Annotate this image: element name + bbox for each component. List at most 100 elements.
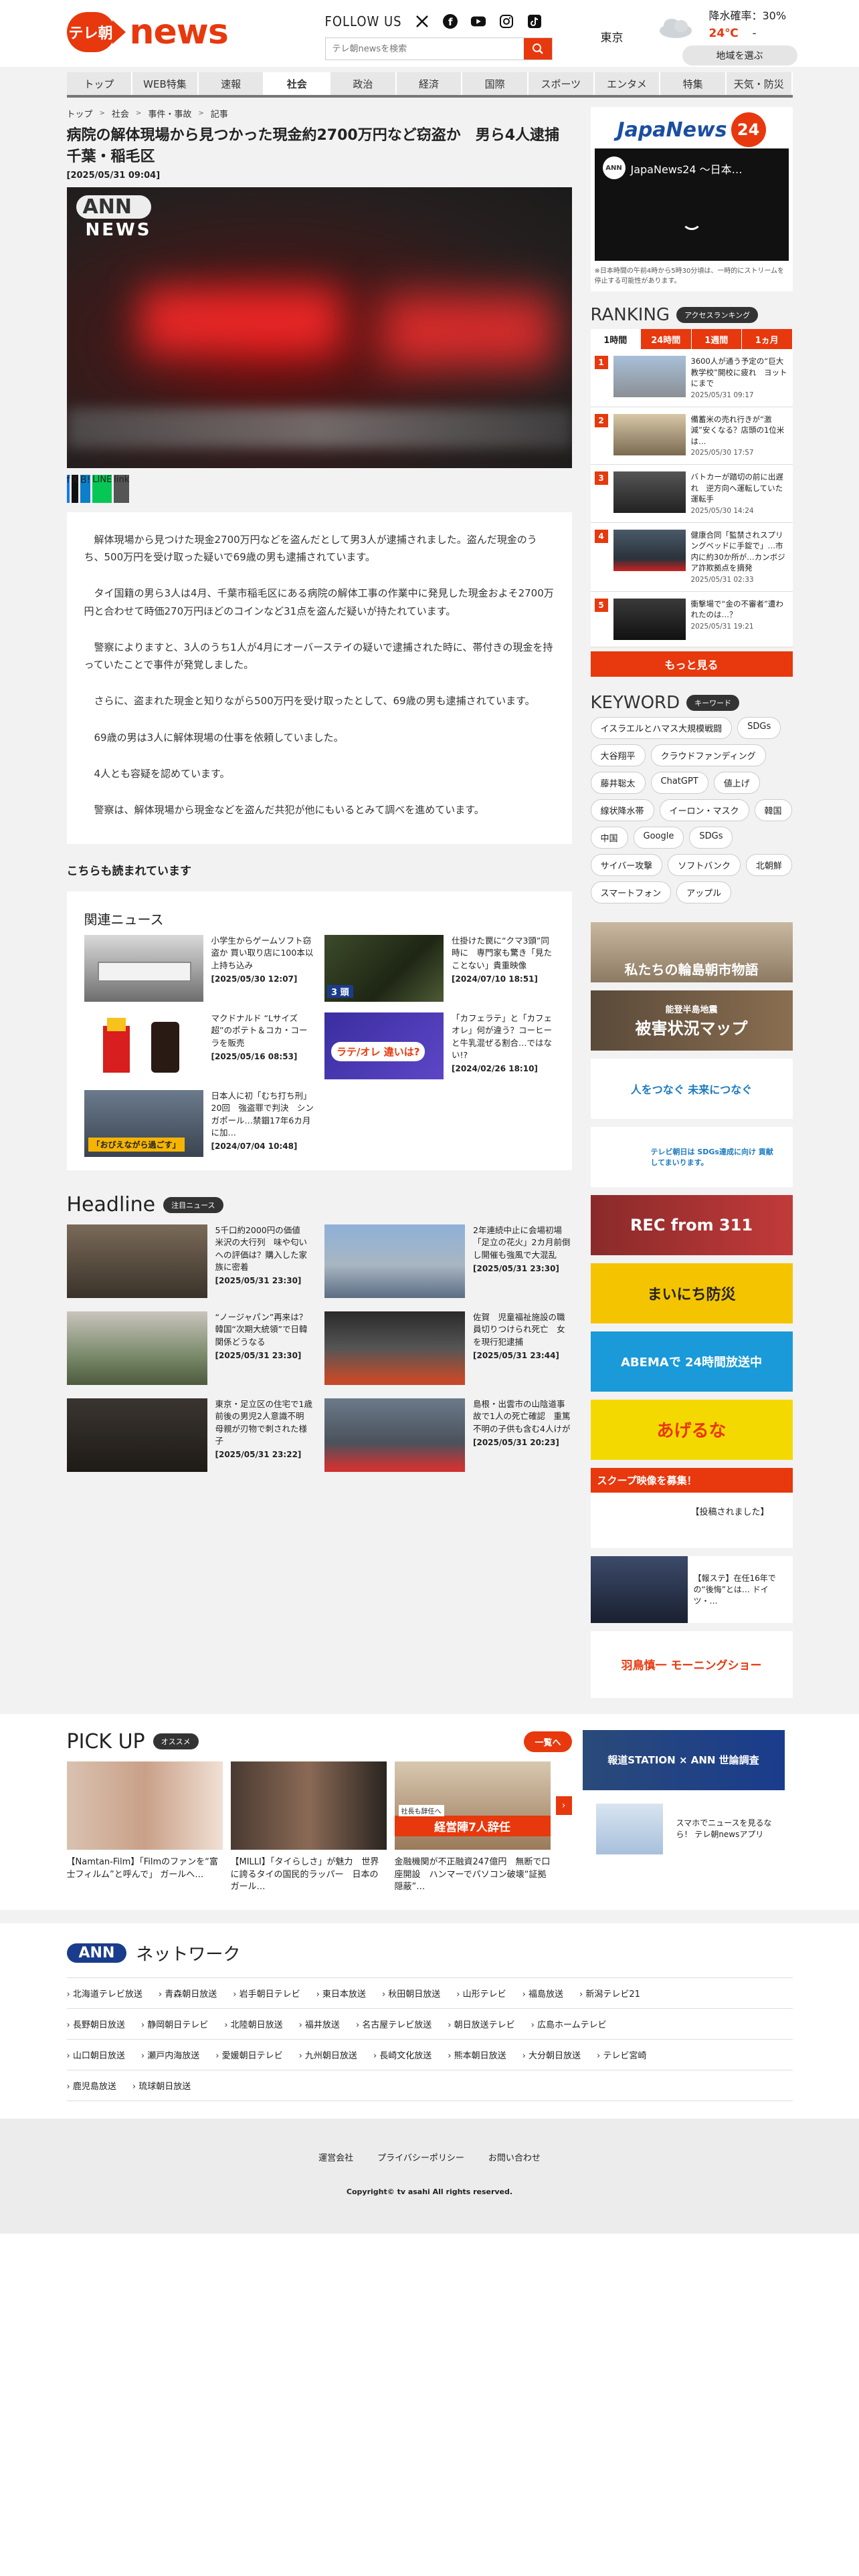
region-select-button[interactable]: 地域を選ぶ xyxy=(682,45,797,66)
facebook-share-button[interactable]: f xyxy=(66,474,70,503)
hatena-share-button[interactable]: B! xyxy=(80,474,91,503)
search-input[interactable] xyxy=(325,38,524,60)
keyword-chip[interactable]: クラウドファンディング xyxy=(650,744,766,766)
network-link[interactable]: 瀬戸内海放送 xyxy=(141,2048,199,2061)
keyword-chip[interactable]: SDGs xyxy=(737,716,781,739)
poll-banner[interactable]: 報道STATION × ANN 世論調査 xyxy=(582,1729,785,1790)
nav-item[interactable]: トップ xyxy=(66,72,133,95)
keyword-chip[interactable]: ChatGPT xyxy=(650,771,708,794)
keyword-chip[interactable]: 北朝鮮 xyxy=(745,853,792,876)
network-link[interactable]: 青森朝日放送 xyxy=(159,1987,217,2000)
network-link[interactable]: 新潟テレビ21 xyxy=(579,1987,640,2000)
abema-banner[interactable]: ABEMAで 24時間放送中 xyxy=(590,1331,793,1392)
ranking-tab[interactable]: 1週間 xyxy=(692,329,742,349)
ranking-item[interactable]: 1 3600人が通う予定の“巨大教学校”開校に疲れ ヨットにまで 2025/05/… xyxy=(590,349,793,407)
video-player[interactable]: ANN NEWS xyxy=(66,187,572,468)
network-link[interactable]: 愛媛朝日テレビ xyxy=(215,2048,283,2061)
network-link[interactable]: テレビ宮崎 xyxy=(597,2048,646,2061)
japanews24-logo[interactable]: JapaNews 24 xyxy=(595,111,789,148)
instagram-icon[interactable] xyxy=(498,13,514,29)
x-icon[interactable] xyxy=(414,13,430,29)
network-link[interactable]: 東日本放送 xyxy=(316,1987,366,2000)
keyword-chip[interactable]: スマートフォン xyxy=(590,881,672,903)
keyword-chip[interactable]: Google xyxy=(633,826,684,849)
ranking-item[interactable]: 4 健康合同「監禁されスプリングベッドに手錠で」…市内に約30か所が…カンボジア… xyxy=(590,523,793,592)
network-link[interactable]: 静岡朝日テレビ xyxy=(141,2018,208,2030)
keyword-chip[interactable]: 大谷翔平 xyxy=(590,744,646,766)
network-link[interactable]: 岩手朝日テレビ xyxy=(233,1987,300,2000)
footer-link[interactable]: 運営会社 xyxy=(318,2151,353,2163)
hodo-banner[interactable]: 【報ステ】在任16年での“後悔”とは… ドイツ・… xyxy=(590,1555,793,1623)
tiktok-icon[interactable] xyxy=(527,13,543,29)
headline-item[interactable]: 佐賀 児童福祉施設の職員切りつけられ死亡 女を現行犯逮捕 [2025/05/31 … xyxy=(324,1311,572,1386)
nav-item[interactable]: WEB特集 xyxy=(132,72,199,95)
keyword-chip[interactable]: イスラエルとハマス大規模戦闘 xyxy=(590,716,733,739)
headline-item[interactable]: 2年連続中止に会場初場 「足立の花火」2カ月前倒し開催も強風で大混乱 [2025/… xyxy=(324,1224,572,1299)
nav-item-active[interactable]: 社会 xyxy=(264,72,331,95)
ranking-item[interactable]: 5 衝撃場で“金の不審者”遭われたのは…？ 2025/05/31 19:21 xyxy=(590,592,793,647)
ranking-tab[interactable]: 24時間 xyxy=(641,329,692,349)
nav-item[interactable]: 政治 xyxy=(330,72,397,95)
ranking-tab[interactable]: 1時間 xyxy=(590,329,641,349)
nav-item[interactable]: スポーツ xyxy=(528,72,595,95)
ranking-tab[interactable]: 1ヵ月 xyxy=(742,329,793,349)
footer-link[interactable]: お問い合わせ xyxy=(488,2151,541,2163)
network-link[interactable]: 琉球朝日放送 xyxy=(132,2079,191,2092)
copy-link-button[interactable]: link xyxy=(114,474,130,503)
bousai-banner[interactable]: まいにち防災 xyxy=(590,1263,793,1323)
app-banner[interactable]: スマホでニュースを見るなら！ テレ朝newsアプリ xyxy=(582,1798,785,1858)
breadcrumb-item[interactable]: トップ xyxy=(67,107,93,120)
headline-item[interactable]: “ノージャパン”再来は？韓国“次期大統領”で日韓関係どうなる [2025/05/3… xyxy=(66,1311,314,1386)
nav-item[interactable]: 経済 xyxy=(396,72,463,95)
pickup-all-button[interactable]: 一覧へ xyxy=(524,1731,572,1752)
noto-banner[interactable]: 能登半島地震 被害状況マップ xyxy=(590,990,793,1051)
network-link[interactable]: 名古屋テレビ放送 xyxy=(356,2018,432,2030)
keyword-chip[interactable]: 韓国 xyxy=(754,798,792,821)
youtube-icon[interactable] xyxy=(470,13,486,29)
morning-banner[interactable]: 羽鳥慎一 モーニングショー xyxy=(590,1630,793,1698)
nav-item[interactable]: 国際 xyxy=(462,72,529,95)
line-share-button[interactable]: LINE xyxy=(92,474,112,503)
keyword-chip[interactable]: 中国 xyxy=(590,826,628,849)
ranking-item[interactable]: 3 バトカーが踏切の前に出遅れ 逆方向へ運転していた運転手 2025/05/30 … xyxy=(590,465,793,523)
facebook-icon[interactable]: f xyxy=(442,13,458,29)
network-link[interactable]: 熊本朝日放送 xyxy=(448,2048,506,2061)
ranking-more-button[interactable]: もっと見る xyxy=(590,651,793,677)
keyword-chip[interactable]: イーロン・マスク xyxy=(659,798,749,821)
ageruna-banner[interactable]: あげるな xyxy=(590,1399,793,1460)
headline-item[interactable]: 東京・足立区の住宅で1歳前後の男児2人意識不明 母親が刃物で刺された様子 [202… xyxy=(66,1398,314,1473)
related-news-item[interactable]: ラテ/オレ 違いは? 「カフェラテ」と「カフェオレ」何が違う？コーヒーと牛乳混ぜ… xyxy=(324,1012,555,1080)
related-news-item[interactable]: 小学生からゲームソフト窃盗か 買い取り店に100本以上持ち込み [2025/05/… xyxy=(84,935,314,1002)
related-news-item[interactable]: 「おびえながら過ごす」 日本人に初「むち打ち刑」20回 強盗罪で判決 シンガポー… xyxy=(84,1090,314,1158)
footer-link[interactable]: プライバシーポリシー xyxy=(377,2151,464,2163)
chevron-right-icon[interactable]: › xyxy=(555,1796,572,1815)
network-link[interactable]: 広島ホームテレビ xyxy=(531,2018,607,2030)
pickup-item[interactable]: 【MILLI】「タイらしさ」が魅力 世界に誇るタイの国民的ラッパー 日本のガール… xyxy=(230,1761,387,1895)
headline-item[interactable]: 5千口約2000円の価値 米沢の大行列 味や匂いへの評価は？購入した家族に密着 [… xyxy=(66,1224,314,1299)
keyword-chip[interactable]: サイバー攻撃 xyxy=(590,853,663,876)
keyword-chip[interactable]: SDGs xyxy=(689,826,733,849)
ranking-item[interactable]: 2 備蓄米の売れ行きが“激減”安くなる？店頭の1位米は… 2025/05/30 1… xyxy=(590,407,793,465)
network-link[interactable]: 朝日放送テレビ xyxy=(448,2018,515,2030)
pickup-item[interactable]: 【Namtan-Film】「Filmのファンを“富士フィルム”と呼んで」 ガール… xyxy=(66,1761,223,1895)
keyword-chip[interactable]: 藤井聡太 xyxy=(590,771,646,794)
network-link[interactable]: 北陸朝日放送 xyxy=(224,2018,283,2030)
wajima-banner[interactable]: 私たちの輪島朝市物語 xyxy=(590,922,793,982)
network-link[interactable]: 鹿児島放送 xyxy=(67,2079,116,2092)
sdgs2-banner[interactable]: テレビ朝日は SDGs達成に向け 貢献してまいります。 xyxy=(590,1126,793,1187)
related-news-item[interactable]: マクドナルド “Lサイズ超”のポテト＆コカ・コーラを販売 [2025/05/16 … xyxy=(84,1012,314,1080)
scoop-banner[interactable]: スクープ映像を募集！ 【投稿されました】 xyxy=(590,1467,793,1548)
nav-item[interactable]: 速報 xyxy=(198,72,265,95)
network-link[interactable]: 山口朝日放送 xyxy=(67,2048,125,2061)
keyword-chip[interactable]: アップル xyxy=(676,881,732,903)
network-link[interactable]: 福島放送 xyxy=(522,1987,563,2000)
network-link[interactable]: 大分朝日放送 xyxy=(522,2048,581,2061)
network-link[interactable]: 九州朝日放送 xyxy=(299,2048,357,2061)
site-logo[interactable]: テレ朝 news xyxy=(66,12,229,52)
related-news-item[interactable]: 3 頭 仕掛けた罠に“クマ3頭”同時に 専門家も驚き「見たことない」貴重映像 [2… xyxy=(324,935,555,1002)
breadcrumb-item[interactable]: 社会 xyxy=(112,107,129,120)
network-link[interactable]: 福井放送 xyxy=(299,2018,340,2030)
nav-item[interactable]: エンタメ xyxy=(594,72,661,95)
breadcrumb-item[interactable]: 事件・事故 xyxy=(148,107,191,120)
nav-item[interactable]: 天気・防災 xyxy=(726,72,793,95)
